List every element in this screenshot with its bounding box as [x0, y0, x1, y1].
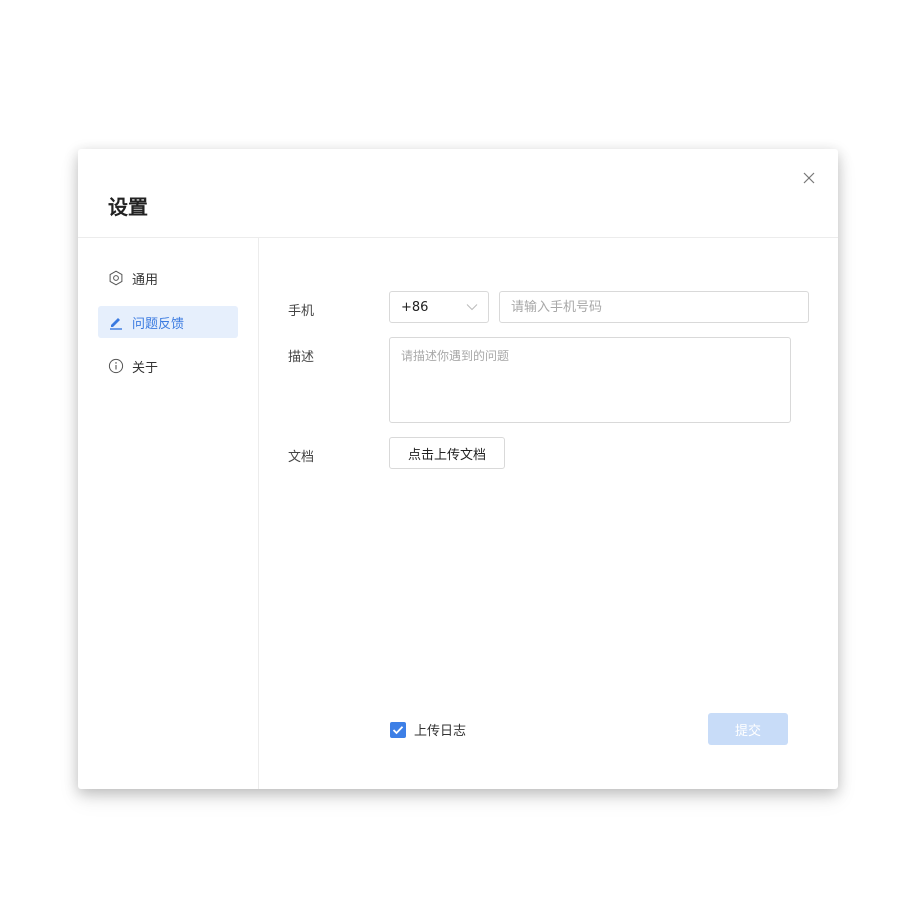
description-textarea[interactable]	[389, 337, 791, 423]
pencil-icon	[108, 314, 124, 330]
submit-button[interactable]: 提交	[708, 713, 788, 745]
sidebar-item-feedback[interactable]: 问题反馈	[98, 306, 238, 338]
document-label: 文档	[288, 450, 315, 465]
header-divider	[78, 237, 838, 238]
chevron-down-icon	[466, 303, 478, 311]
upload-log-checkbox[interactable]: 上传日志	[390, 720, 466, 739]
phone-input[interactable]	[499, 291, 809, 323]
settings-dialog: 设置 通用 问题反馈 关于 手机 +86 请输入手机号码 描述 请描述你遇到的问…	[78, 149, 838, 789]
description-label: 描述	[288, 350, 315, 365]
country-code-select[interactable]: +86	[389, 291, 489, 323]
sidebar-item-label: 问题反馈	[132, 316, 185, 332]
checkbox-checked-icon	[390, 721, 406, 738]
gear-icon	[108, 270, 124, 286]
close-icon[interactable]	[800, 169, 818, 187]
sidebar-item-label: 通用	[132, 272, 159, 288]
info-icon	[108, 358, 124, 374]
sidebar-item-general[interactable]: 通用	[98, 262, 238, 294]
dialog-title: 设置	[108, 195, 148, 219]
sidebar-divider	[258, 238, 259, 789]
phone-label: 手机	[288, 304, 315, 319]
upload-document-button[interactable]: 点击上传文档	[389, 437, 505, 469]
country-code-value: +86	[401, 299, 429, 315]
upload-log-label: 上传日志	[414, 724, 467, 739]
sidebar-item-about[interactable]: 关于	[98, 350, 238, 382]
sidebar-item-label: 关于	[132, 360, 159, 376]
